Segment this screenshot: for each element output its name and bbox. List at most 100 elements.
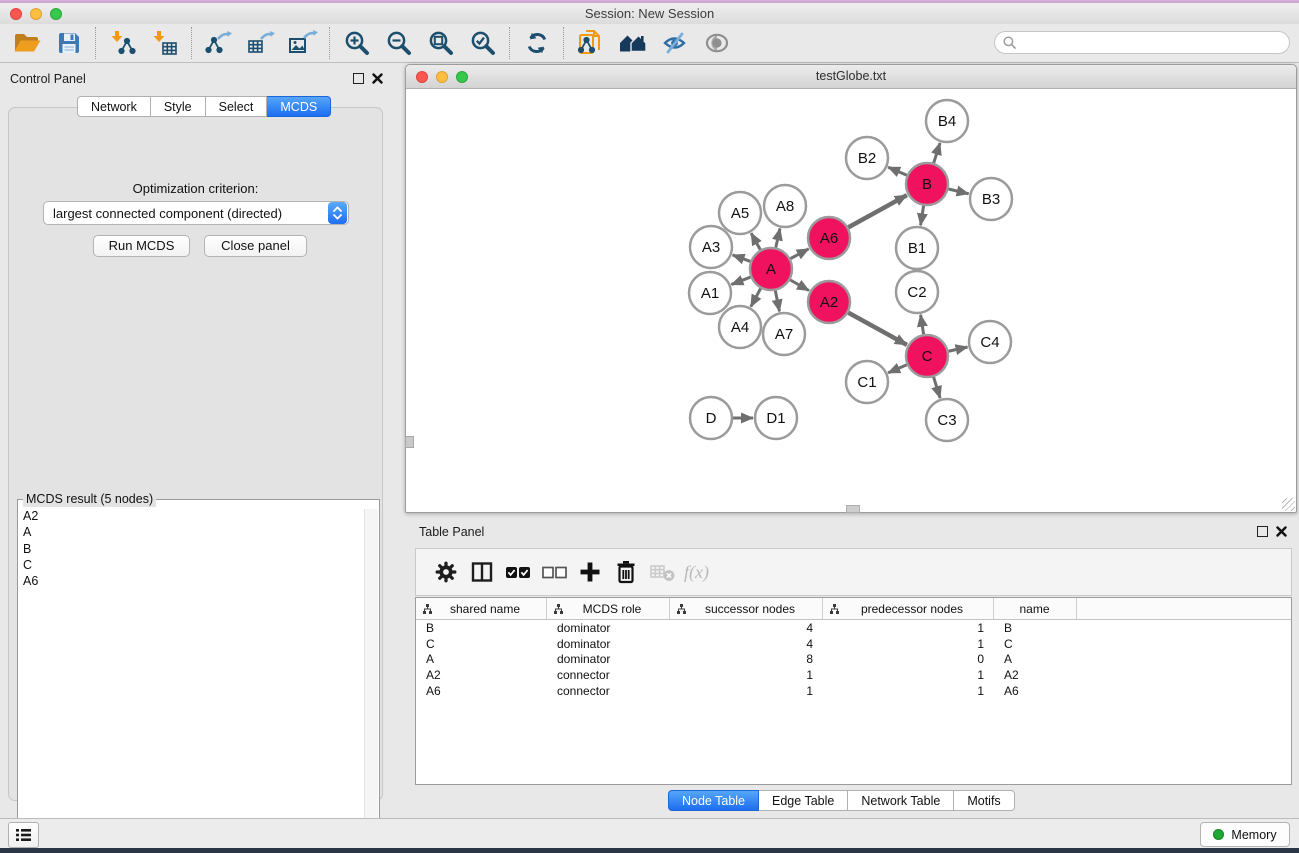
- tab-select[interactable]: Select: [206, 96, 268, 117]
- tab-network[interactable]: Network: [77, 96, 151, 117]
- graph-edge-A-A2[interactable]: [790, 280, 809, 291]
- table-cell[interactable]: 1: [823, 621, 994, 635]
- column-header-MCDS-role[interactable]: MCDS role: [547, 598, 670, 619]
- column-header-name[interactable]: name: [994, 598, 1077, 619]
- table-settings-button[interactable]: [428, 555, 464, 589]
- graph-edge-A-A7[interactable]: [775, 291, 779, 312]
- close-panel-icon[interactable]: [372, 73, 383, 84]
- table-row[interactable]: A2connector11A2: [416, 667, 1291, 683]
- toggle-panel-columns-button[interactable]: [464, 555, 500, 589]
- table-cell[interactable]: dominator: [547, 637, 670, 651]
- graph-node-B3[interactable]: B3: [970, 178, 1012, 220]
- table-cell[interactable]: 1: [823, 668, 994, 682]
- zoom-selected-button[interactable]: [462, 26, 504, 60]
- table-cell[interactable]: C: [416, 637, 547, 651]
- show-hide-eye-button[interactable]: [696, 26, 738, 60]
- table-cell[interactable]: B: [994, 621, 1077, 635]
- table-cell[interactable]: 4: [670, 621, 823, 635]
- mcds-result-item[interactable]: B: [18, 541, 363, 557]
- mcds-result-item[interactable]: A6: [18, 573, 363, 589]
- graph-node-B2[interactable]: B2: [846, 137, 888, 179]
- graph-node-B[interactable]: B: [906, 163, 948, 205]
- window-resize-grip[interactable]: [1282, 498, 1295, 511]
- graph-node-A2[interactable]: A2: [808, 281, 850, 323]
- table-cell[interactable]: A6: [994, 684, 1077, 698]
- table-cell[interactable]: 4: [670, 637, 823, 651]
- graph-edge-B-B3[interactable]: [948, 189, 968, 194]
- function-builder-button[interactable]: f(x): [684, 562, 709, 583]
- window-edge-handle[interactable]: [846, 505, 860, 513]
- graph-edge-C-C2[interactable]: [921, 315, 924, 335]
- memory-button[interactable]: Memory: [1200, 822, 1290, 847]
- graph-edge-C-C1[interactable]: [888, 365, 907, 373]
- graph-node-D1[interactable]: D1: [755, 397, 797, 439]
- graph-edge-C-C3[interactable]: [934, 377, 941, 398]
- search-box[interactable]: [994, 31, 1290, 54]
- table-row[interactable]: A6connector11A6: [416, 683, 1291, 699]
- column-header-predecessor-nodes[interactable]: predecessor nodes: [823, 598, 994, 619]
- run-mcds-button[interactable]: Run MCDS: [93, 235, 190, 257]
- delete-table-button[interactable]: [644, 555, 680, 589]
- graph-node-A8[interactable]: A8: [764, 185, 806, 227]
- node-table[interactable]: shared nameMCDS rolesuccessor nodesprede…: [415, 597, 1292, 785]
- deselect-all-button[interactable]: [536, 555, 572, 589]
- table-cell[interactable]: A6: [416, 684, 547, 698]
- import-network-button[interactable]: [102, 26, 144, 60]
- table-cell[interactable]: 1: [823, 637, 994, 651]
- table-cell[interactable]: A: [416, 652, 547, 666]
- graph-node-C[interactable]: C: [906, 335, 948, 377]
- table-cell[interactable]: dominator: [547, 621, 670, 635]
- table-cell[interactable]: B: [416, 621, 547, 635]
- import-table-button[interactable]: [144, 26, 186, 60]
- refresh-button[interactable]: [516, 26, 558, 60]
- optimization-criterion-dropdown[interactable]: largest connected component (directed): [43, 201, 349, 225]
- mcds-result-item[interactable]: A: [18, 524, 363, 540]
- network-graph[interactable]: B4B2BB3A8A5A6A3B1AA1C2A2A4A7C4CC1C3DD1: [406, 89, 1296, 512]
- table-cell[interactable]: A: [994, 652, 1077, 666]
- column-header-empty[interactable]: [1077, 598, 1291, 619]
- table-row[interactable]: Adominator80A: [416, 652, 1291, 668]
- graph-edge-A-A3[interactable]: [733, 255, 751, 262]
- table-cell[interactable]: 1: [823, 684, 994, 698]
- graph-edge-B-B4[interactable]: [934, 143, 940, 163]
- zoom-out-button[interactable]: [378, 26, 420, 60]
- table-cell[interactable]: A2: [994, 668, 1077, 682]
- graph-edge-B-B2[interactable]: [888, 167, 907, 175]
- table-cell[interactable]: 0: [823, 652, 994, 666]
- table-row[interactable]: Cdominator41C: [416, 636, 1291, 652]
- export-table-button[interactable]: [240, 26, 282, 60]
- table-cell[interactable]: 1: [670, 668, 823, 682]
- zoom-in-button[interactable]: [336, 26, 378, 60]
- graph-node-A6[interactable]: A6: [808, 217, 850, 259]
- select-all-button[interactable]: [500, 555, 536, 589]
- table-cell[interactable]: A2: [416, 668, 547, 682]
- graph-node-A1[interactable]: A1: [689, 272, 731, 314]
- search-input[interactable]: [1021, 33, 1289, 53]
- scrollbar-track[interactable]: [364, 509, 378, 834]
- export-image-button[interactable]: [282, 26, 324, 60]
- graph-node-C4[interactable]: C4: [969, 321, 1011, 363]
- zoom-fit-button[interactable]: [420, 26, 462, 60]
- save-session-button[interactable]: [48, 26, 90, 60]
- table-row[interactable]: Bdominator41B: [416, 620, 1291, 636]
- tab-edge-table[interactable]: Edge Table: [759, 790, 848, 811]
- graph-edge-A6-B[interactable]: [848, 195, 907, 227]
- export-network-button[interactable]: [198, 26, 240, 60]
- graph-node-A4[interactable]: A4: [719, 306, 761, 348]
- graph-node-B1[interactable]: B1: [896, 227, 938, 269]
- tab-mcds[interactable]: MCDS: [267, 96, 331, 117]
- tab-network-table[interactable]: Network Table: [848, 790, 954, 811]
- clone-network-button[interactable]: [570, 26, 612, 60]
- tab-motifs[interactable]: Motifs: [954, 790, 1014, 811]
- network-view-window[interactable]: testGlobe.txt B4B2BB3A8A5A6A3B1AA1C2A2A4…: [405, 64, 1297, 513]
- graph-edge-A2-C[interactable]: [848, 313, 907, 345]
- open-session-button[interactable]: [6, 26, 48, 60]
- network-window-titlebar[interactable]: testGlobe.txt: [406, 65, 1296, 89]
- graph-edge-A-A4[interactable]: [751, 288, 761, 306]
- graph-node-C2[interactable]: C2: [896, 271, 938, 313]
- delete-column-button[interactable]: [608, 555, 644, 589]
- dropdown-stepper-icon[interactable]: [328, 202, 347, 224]
- float-table-panel-icon[interactable]: [1257, 526, 1268, 537]
- graph-edge-A-A1[interactable]: [731, 277, 750, 285]
- mcds-result-list[interactable]: A2ABCA6: [18, 508, 363, 833]
